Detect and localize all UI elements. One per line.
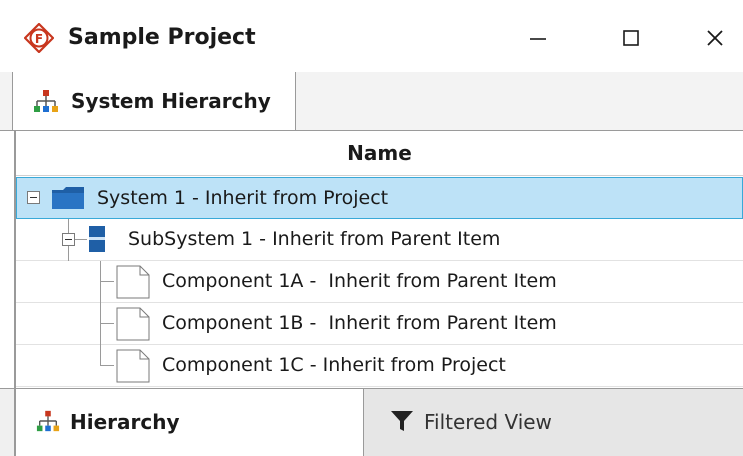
tree-connector xyxy=(68,246,69,261)
tree-row-label: Component 1B - Inherit from Parent Item xyxy=(162,312,557,334)
hierarchy-tree-grid: Name System 1 - Inherit from Project Sub… xyxy=(14,131,743,388)
tree-row-component-1b[interactable]: Component 1B - Inherit from Parent Item xyxy=(16,303,743,345)
tree-row-label: SubSystem 1 - Inherit from Parent Item xyxy=(128,228,501,250)
tree-connector xyxy=(100,281,114,282)
hierarchy-icon xyxy=(34,90,58,112)
tree-row-component-1a[interactable]: Component 1A - Inherit from Parent Item xyxy=(16,261,743,303)
subsystem-icon xyxy=(89,226,105,252)
tree-connector xyxy=(100,365,114,366)
collapse-toggle[interactable] xyxy=(27,191,40,204)
tree-row-component-1c[interactable]: Component 1C - Inherit from Project xyxy=(16,345,743,387)
tree-row-label: Component 1A - Inherit from Parent Item xyxy=(162,270,557,292)
window-title: Sample Project xyxy=(68,25,256,50)
close-button[interactable] xyxy=(685,14,743,60)
maximize-button[interactable] xyxy=(601,14,661,60)
tree-connector xyxy=(68,219,69,233)
tab-label: Hierarchy xyxy=(70,410,180,434)
document-icon xyxy=(116,265,150,299)
folder-icon xyxy=(52,187,84,209)
tree-connector xyxy=(100,261,101,303)
tree-row-system-1[interactable]: System 1 - Inherit from Project xyxy=(16,177,743,219)
svg-text:F: F xyxy=(35,32,43,46)
tab-hierarchy[interactable]: Hierarchy xyxy=(14,389,364,456)
f-diamond-icon: F xyxy=(24,23,54,53)
tab-filtered-view[interactable]: Filtered View xyxy=(364,389,743,456)
filter-icon xyxy=(391,411,413,431)
minimize-button[interactable] xyxy=(508,14,568,60)
tree-connector xyxy=(100,323,114,324)
document-tab-bar: System Hierarchy xyxy=(0,72,743,131)
hierarchy-icon xyxy=(36,410,60,432)
tab-label: System Hierarchy xyxy=(71,89,271,113)
tree-connector xyxy=(75,239,87,240)
document-icon xyxy=(116,349,150,383)
title-bar: F Sample Project xyxy=(0,0,743,73)
maximize-icon xyxy=(623,29,639,46)
minimize-icon xyxy=(530,37,546,40)
collapse-toggle[interactable] xyxy=(62,233,75,246)
tree-connector xyxy=(100,303,101,345)
view-tab-bar: Hierarchy Filtered View xyxy=(0,388,743,456)
tree-row-subsystem-1[interactable]: SubSystem 1 - Inherit from Parent Item xyxy=(16,219,743,261)
document-icon xyxy=(116,307,150,341)
column-header-name[interactable]: Name xyxy=(16,131,743,176)
tab-system-hierarchy[interactable]: System Hierarchy xyxy=(12,72,296,130)
tab-label: Filtered View xyxy=(424,410,552,434)
tree-connector xyxy=(100,345,101,366)
tree-row-label: Component 1C - Inherit from Project xyxy=(162,354,506,376)
close-icon xyxy=(707,29,723,46)
tree-row-label: System 1 - Inherit from Project xyxy=(97,187,389,209)
